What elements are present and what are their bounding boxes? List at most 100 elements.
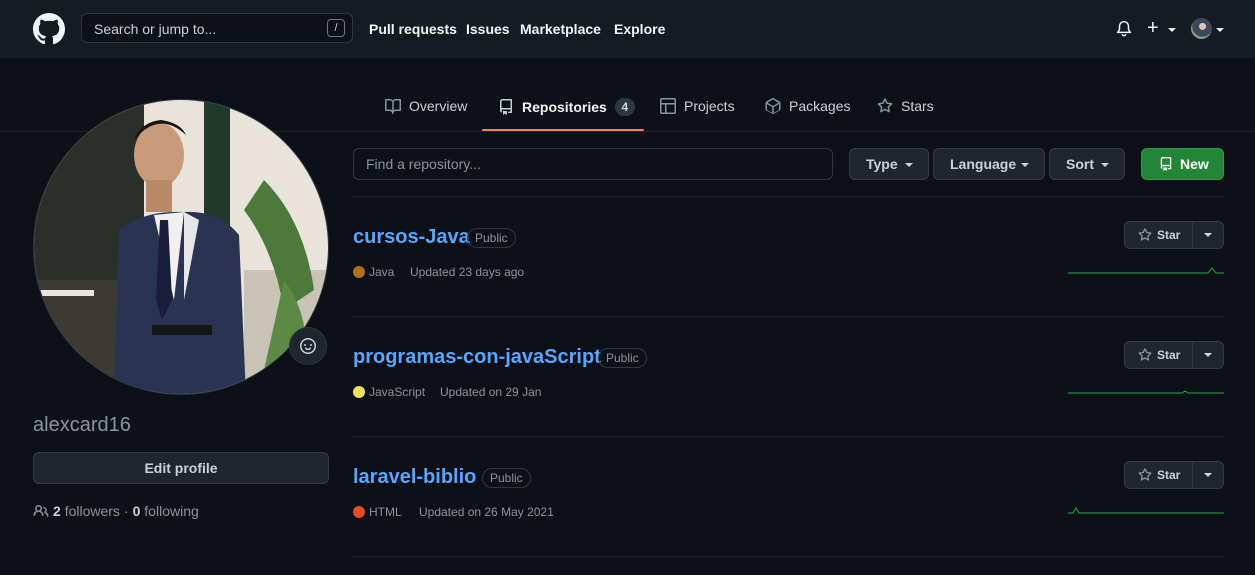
active-tab-underline [482, 129, 644, 131]
star-label: Star [1157, 228, 1181, 242]
tab-overview-label: Overview [409, 98, 468, 114]
star-icon [1138, 468, 1152, 481]
people-icon [33, 505, 49, 517]
language-caret-icon [1021, 163, 1029, 167]
activity-sparkline [1068, 390, 1224, 394]
nav-marketplace[interactable]: Marketplace [520, 21, 601, 37]
edit-profile-button[interactable]: Edit profile [33, 452, 329, 484]
notifications-bell-icon[interactable] [1115, 20, 1133, 38]
repositories-count-badge: 4 [614, 98, 635, 116]
star-button[interactable]: Star [1125, 342, 1193, 368]
repo-list-item: laravel-biblio Public HTML Updated on 26… [353, 436, 1224, 556]
star-button[interactable]: Star [1125, 462, 1193, 488]
global-search-input[interactable]: Search or jump to... / [81, 13, 353, 43]
nav-pull-requests[interactable]: Pull requests [369, 21, 457, 37]
repo-language: HTML [353, 505, 402, 519]
repo-updated: Updated 23 days ago [410, 265, 525, 279]
language-label: HTML [369, 505, 402, 519]
star-list-dropdown[interactable] [1193, 222, 1223, 248]
star-icon [877, 98, 893, 113]
repo-list-item: cursos-Java Public Java Updated 23 days … [353, 196, 1224, 316]
new-repository-button[interactable]: New [1141, 148, 1224, 180]
star-list-dropdown[interactable] [1193, 462, 1223, 488]
profile-username: alexcard16 [33, 414, 131, 436]
tab-repositories[interactable]: Repositories 4 [498, 98, 635, 116]
star-icon [1138, 348, 1152, 361]
tab-stars[interactable]: Stars [877, 98, 934, 114]
package-icon [765, 98, 781, 114]
followers-count: 2 [53, 503, 61, 519]
star-button-group: Star [1124, 221, 1224, 249]
set-status-button[interactable] [289, 327, 327, 365]
tab-packages[interactable]: Packages [765, 98, 850, 114]
language-label: Java [369, 265, 395, 279]
visibility-badge: Public [467, 228, 516, 248]
language-color-dot [353, 266, 365, 278]
star-label: Star [1157, 468, 1181, 482]
repo-language: JavaScript [353, 385, 425, 399]
nav-issues[interactable]: Issues [466, 21, 510, 37]
language-color-dot [353, 506, 365, 518]
chevron-down-icon [1204, 353, 1212, 357]
star-label: Star [1157, 348, 1181, 362]
profile-avatar[interactable] [33, 99, 329, 395]
visibility-badge: Public [598, 348, 647, 368]
following-link[interactable]: 0 following [133, 503, 199, 519]
nav-explore[interactable]: Explore [614, 21, 665, 37]
table-icon [660, 98, 676, 114]
book-icon [385, 98, 401, 114]
profile-photo-image [34, 100, 328, 394]
repo-icon [500, 99, 512, 115]
create-menu-caret-icon[interactable] [1168, 28, 1176, 32]
tab-packages-label: Packages [789, 98, 851, 114]
follow-stats: 2 followers · 0 following [33, 503, 199, 519]
repo-name-link[interactable]: programas-con-javaScript [353, 346, 601, 369]
tab-repositories-label: Repositories [522, 99, 607, 115]
activity-sparkline [1068, 267, 1224, 274]
type-filter-label: Type [866, 156, 898, 172]
list-divider [353, 556, 1224, 557]
followers-label: followers [64, 503, 120, 519]
smiley-icon [300, 338, 316, 354]
following-label: following [144, 503, 199, 519]
language-filter-button[interactable]: Language [933, 148, 1045, 180]
type-filter-button[interactable]: Type [849, 148, 929, 180]
activity-sparkline [1068, 507, 1224, 514]
repo-name-link[interactable]: laravel-biblio [353, 466, 476, 489]
language-filter-label: Language [950, 156, 1017, 172]
star-button[interactable]: Star [1125, 222, 1193, 248]
star-button-group: Star [1124, 341, 1224, 369]
github-logo-icon[interactable] [33, 13, 65, 45]
repo-language: Java [353, 265, 394, 279]
tab-overview[interactable]: Overview [385, 98, 467, 114]
tab-projects-label: Projects [684, 98, 735, 114]
tab-projects[interactable]: Projects [660, 98, 735, 114]
tab-stars-label: Stars [901, 98, 934, 114]
chevron-down-icon [1204, 233, 1212, 237]
search-shortcut-key: / [327, 19, 345, 37]
follow-separator: · [123, 503, 129, 519]
repo-updated: Updated on 26 May 2021 [419, 505, 554, 519]
search-placeholder: Search or jump to... [94, 21, 217, 37]
followers-link[interactable]: 2 followers [53, 503, 120, 519]
type-caret-icon [905, 163, 913, 167]
global-header: Search or jump to... / Pull requests Iss… [0, 0, 1255, 58]
repo-updated: Updated on 29 Jan [440, 385, 542, 399]
user-menu-caret-icon[interactable] [1216, 28, 1224, 32]
user-avatar-menu[interactable] [1191, 18, 1212, 39]
star-icon [1138, 228, 1152, 241]
repo-name-link[interactable]: cursos-Java [353, 226, 470, 249]
create-new-plus-icon[interactable]: + [1147, 18, 1159, 38]
language-label: JavaScript [369, 385, 426, 399]
chevron-down-icon [1204, 473, 1212, 477]
star-button-group: Star [1124, 461, 1224, 489]
find-repository-input[interactable] [354, 149, 832, 179]
find-repository-field[interactable] [353, 148, 833, 180]
visibility-badge: Public [482, 468, 531, 488]
sort-caret-icon [1101, 163, 1109, 167]
repo-list-item: programas-con-javaScript Public JavaScri… [353, 316, 1224, 436]
language-color-dot [353, 386, 365, 398]
repo-icon [1160, 157, 1172, 171]
sort-filter-button[interactable]: Sort [1049, 148, 1125, 180]
star-list-dropdown[interactable] [1193, 342, 1223, 368]
